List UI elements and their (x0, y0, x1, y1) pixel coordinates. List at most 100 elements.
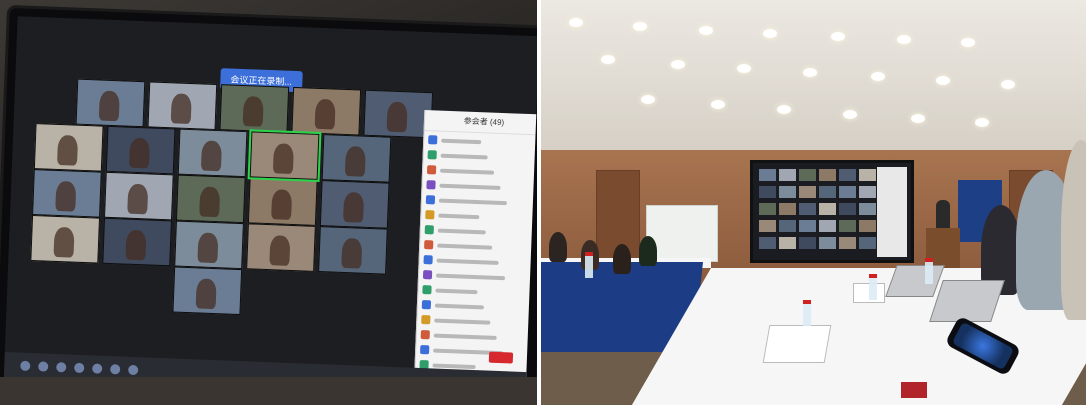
participant-avatar (427, 150, 437, 160)
video-tile (30, 214, 101, 264)
start-icon[interactable] (20, 360, 31, 372)
taskbar-app-icon[interactable] (74, 362, 85, 374)
participant-avatar (423, 255, 433, 265)
ceiling-light (961, 38, 975, 47)
ceiling-light (633, 22, 647, 31)
video-tile (175, 174, 246, 224)
participant-name-placeholder (435, 288, 478, 294)
participant-row (420, 343, 530, 360)
video-tile (246, 223, 316, 272)
ceiling-light (763, 29, 777, 38)
water-bottle (585, 252, 593, 278)
participant-avatar (421, 315, 431, 325)
participant-avatar (424, 240, 434, 250)
participant-avatar (422, 285, 432, 295)
screen-video-tile (819, 237, 836, 249)
participant-row (424, 238, 534, 255)
participant-avatar (420, 330, 430, 340)
ceiling-light (975, 118, 989, 127)
participants-panel: 参会者 (49) (413, 109, 537, 399)
video-tile (75, 78, 146, 128)
screen-video-tile (819, 186, 836, 198)
screen-video-tile (799, 169, 816, 181)
screen-video-tile (799, 203, 816, 215)
participant-row (427, 148, 537, 165)
participant-avatar (426, 165, 437, 175)
participant-row (425, 193, 536, 210)
zoom-screen: 会议正在录制... 参会者 (49) (3, 16, 537, 399)
screen-video-tile (759, 237, 776, 249)
participant-row (421, 298, 532, 315)
participant-avatar (425, 195, 436, 205)
ceiling-light (936, 76, 950, 85)
participant-name-placeholder (440, 168, 495, 175)
speaker-person (936, 200, 950, 230)
participant-row (421, 313, 531, 330)
screen-video-tile (779, 237, 796, 249)
screen-video-tile (839, 237, 856, 249)
water-bottle (869, 274, 877, 300)
screen-video-tile (759, 186, 776, 198)
video-tile (105, 125, 176, 175)
seated-person (549, 232, 567, 262)
participant-avatar (424, 225, 434, 235)
participant-name-placeholder (441, 138, 482, 144)
participant-name-placeholder (438, 198, 507, 205)
video-tile (172, 266, 243, 316)
screen-video-tile (759, 203, 776, 215)
participant-name-placeholder (437, 243, 493, 250)
participant-row (420, 328, 531, 345)
participant-row (424, 223, 535, 240)
ceiling-light (737, 64, 751, 73)
video-tile (33, 123, 104, 172)
participant-avatar (420, 345, 430, 355)
leave-button[interactable] (488, 351, 514, 364)
participant-row (426, 178, 536, 195)
participant-avatar (421, 300, 432, 310)
participant-name-placeholder (440, 153, 488, 159)
participant-name-placeholder (438, 213, 480, 219)
water-bottle (925, 258, 933, 284)
screen-video-tile (839, 169, 856, 181)
video-tile (319, 180, 390, 229)
participant-avatar (426, 180, 436, 190)
red-tag (901, 382, 927, 398)
left-photo: 会议正在录制... 参会者 (49) (0, 0, 537, 405)
participant-avatar (428, 135, 438, 145)
participant-row (425, 208, 535, 225)
ceiling-light (641, 95, 655, 104)
taskbar-app-icon[interactable] (128, 364, 139, 376)
participant-row (423, 253, 533, 270)
participant-name-placeholder (434, 303, 484, 309)
search-icon[interactable] (38, 361, 49, 372)
taskbar-app-icon[interactable] (110, 364, 121, 375)
screen-video-tile (779, 169, 796, 181)
video-tile (177, 128, 248, 178)
video-tile (104, 171, 174, 221)
screen-participants-panel (877, 167, 907, 257)
screen-video-tile (799, 186, 816, 198)
video-tile (174, 220, 244, 270)
ceiling-light (777, 105, 791, 114)
screen-video-tile (859, 220, 876, 232)
screen-video-tile (859, 237, 876, 249)
screen-video-tile (779, 186, 796, 198)
participant-name-placeholder (439, 183, 501, 190)
screen-video-tile (819, 220, 836, 232)
screen-video-tile (799, 220, 816, 232)
ceiling-light (843, 110, 857, 119)
video-tile (102, 217, 172, 267)
taskbar-app-icon[interactable] (56, 362, 67, 373)
screen-video-tile (779, 220, 796, 232)
video-tile (318, 226, 388, 275)
screen-video-tile (839, 220, 856, 232)
screen-video-tile (759, 169, 776, 181)
name-card (762, 325, 832, 363)
ceiling-light (803, 68, 817, 77)
video-tile (219, 84, 290, 133)
video-tile (247, 177, 318, 226)
participants-panel-title: 参会者 (49) (424, 110, 537, 136)
monitor: 会议正在录制... 参会者 (49) (0, 8, 537, 405)
participant-avatar (425, 210, 435, 220)
taskbar-app-icon[interactable] (92, 363, 103, 374)
